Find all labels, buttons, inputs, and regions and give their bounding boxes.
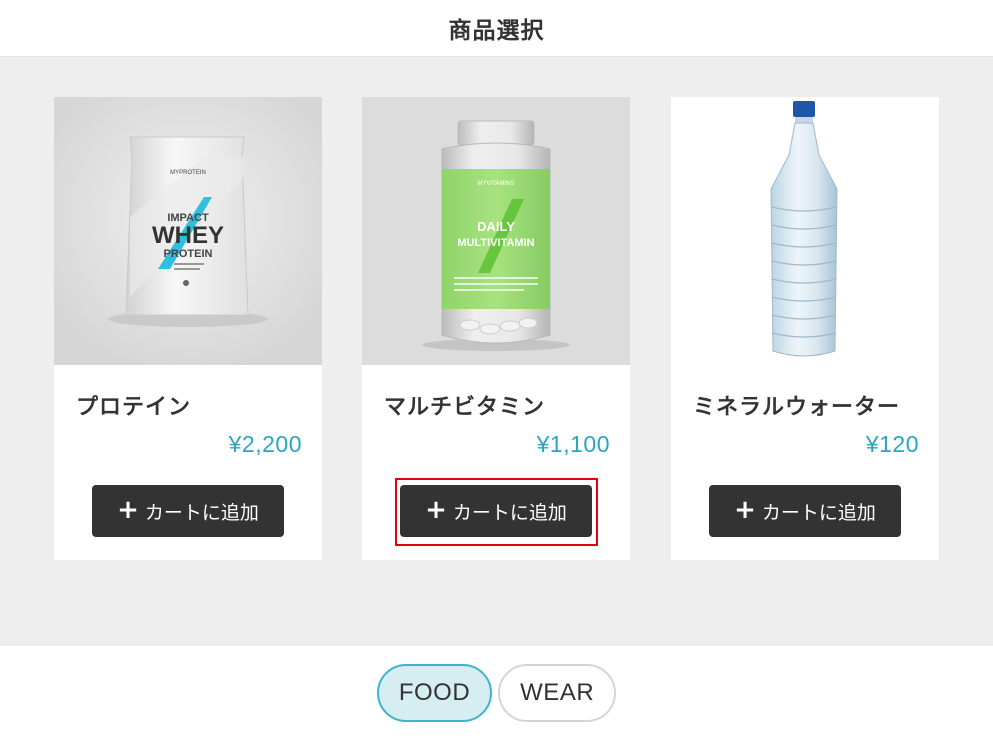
svg-text:MULTIVITAMIN: MULTIVITAMIN: [457, 237, 534, 249]
water-bottle-icon: [671, 97, 939, 365]
protein-bag-icon: MYPROTEIN IMPACT WHEY PROTEIN: [54, 97, 322, 365]
svg-text:DAILY: DAILY: [477, 219, 515, 234]
product-name: プロテイン: [76, 395, 192, 420]
add-to-cart-label: カートに追加: [452, 501, 567, 524]
add-to-cart-button-protein[interactable]: + カートに追加: [92, 485, 284, 537]
add-to-cart-button-multivitamin[interactable]: + カートに追加: [400, 485, 592, 537]
product-name: マルチビタミン: [384, 395, 546, 420]
svg-text:MYVITAMINS: MYVITAMINS: [478, 181, 515, 187]
add-to-cart-label: カートに追加: [144, 501, 259, 524]
page-title: 商品選択: [448, 18, 545, 44]
add-to-cart-button-mineral-water[interactable]: + カートに追加: [709, 485, 901, 537]
product-card-multivitamin: MYVITAMINS DAILY MULTIVITAMIN マルチビタミン ¥1…: [362, 97, 630, 560]
tab-food[interactable]: FOOD: [376, 663, 493, 722]
svg-text:PROTEIN: PROTEIN: [164, 248, 213, 260]
product-price: ¥1,100: [536, 431, 610, 457]
product-card-protein: MYPROTEIN IMPACT WHEY PROTEIN プロテイン ¥2,2…: [54, 97, 322, 560]
category-tabs: FOOD WEAR: [0, 646, 993, 739]
svg-text:MYPROTEIN: MYPROTEIN: [170, 170, 206, 176]
tab-wear[interactable]: WEAR: [498, 663, 617, 722]
product-grid: MYPROTEIN IMPACT WHEY PROTEIN プロテイン ¥2,2…: [0, 57, 993, 646]
product-price: ¥2,200: [228, 431, 302, 457]
add-to-cart-label: カートに追加: [761, 501, 876, 524]
page-header: 商品選択: [0, 0, 993, 57]
plus-icon: +: [117, 495, 139, 525]
product-name: ミネラルウォーター: [693, 395, 901, 420]
vitamin-bottle-icon: MYVITAMINS DAILY MULTIVITAMIN: [362, 97, 630, 365]
product-card-mineral-water: ミネラルウォーター ¥120 + カートに追加: [671, 97, 939, 560]
svg-text:WHEY: WHEY: [152, 222, 224, 249]
plus-icon: +: [734, 495, 756, 525]
product-price: ¥120: [865, 431, 919, 457]
plus-icon: +: [425, 495, 447, 525]
